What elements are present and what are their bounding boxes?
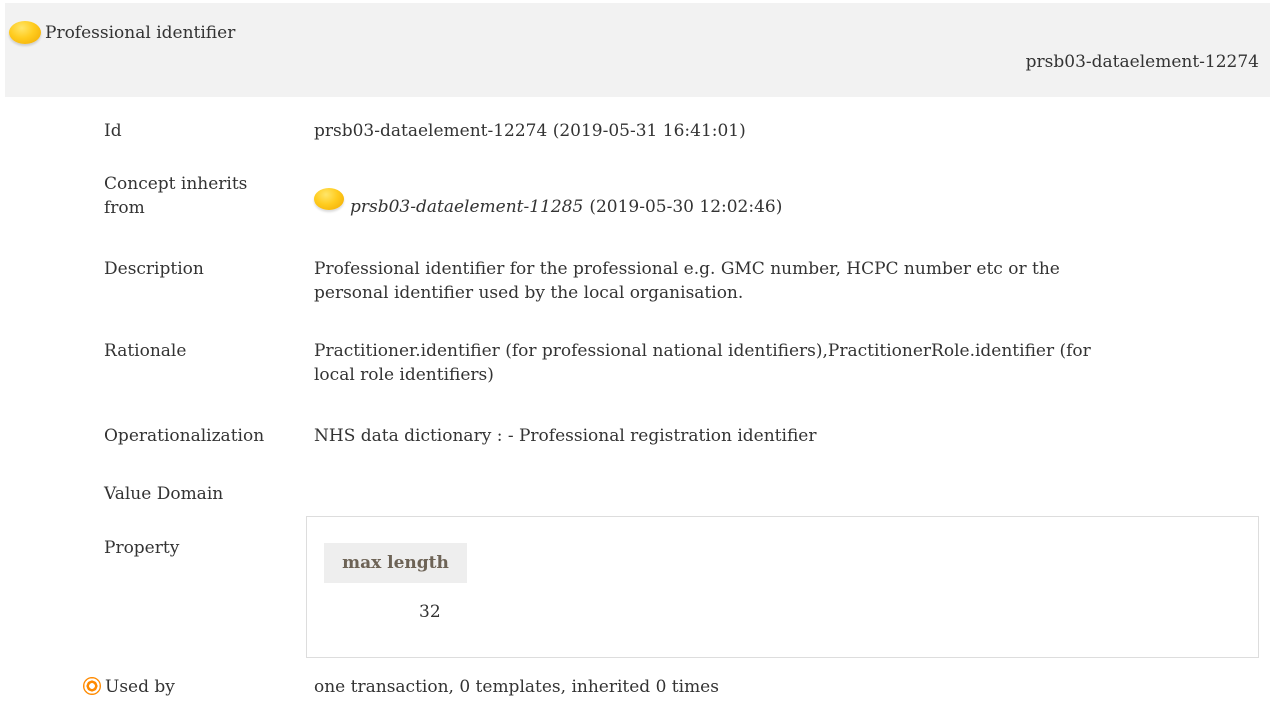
property-column-value: 32	[419, 602, 441, 622]
description-value: Professional identifier for the professi…	[314, 257, 1060, 305]
inherits-value: prsb03-dataelement-11285 (2019-05-30 12:…	[314, 188, 783, 219]
operationalization-label: Operationalization	[104, 426, 265, 446]
status-dot-icon	[314, 188, 344, 210]
status-dot-icon	[9, 21, 41, 44]
id-value: prsb03-dataelement-12274 (2019-05-31 16:…	[314, 121, 746, 141]
property-column-header: max length	[324, 543, 467, 583]
concept-id: prsb03-dataelement-12274	[1025, 52, 1259, 72]
id-label: Id	[104, 121, 122, 141]
value-domain-label: Value Domain	[104, 484, 224, 504]
inherits-link[interactable]: prsb03-dataelement-11285	[350, 195, 583, 219]
used-by-value: one transaction, 0 templates, inherited …	[314, 677, 719, 697]
property-table: max length 32	[306, 516, 1259, 658]
rationale-label: Rationale	[104, 341, 187, 361]
operationalization-value: NHS data dictionary : - Professional reg…	[314, 426, 817, 446]
used-by-label-wrap[interactable]: Used by	[83, 675, 175, 699]
rationale-line2: local role identifiers)	[314, 365, 494, 385]
concept-title-text: Professional identifier	[45, 22, 236, 43]
property-label: Property	[104, 538, 180, 558]
inherits-label-line2: from	[104, 198, 145, 218]
inherits-date: (2019-05-30 12:02:46)	[589, 197, 783, 217]
inherits-label-line1: Concept inherits	[104, 174, 248, 194]
description-label: Description	[104, 259, 204, 279]
description-line2: personal identifier used by the local or…	[314, 283, 744, 303]
inherits-label: Concept inherits from	[104, 172, 247, 220]
concept-header: Professional identifier prsb03-dataeleme…	[5, 3, 1270, 97]
description-line1: Professional identifier for the professi…	[314, 259, 1060, 279]
rationale-value: Practitioner.identifier (for professiona…	[314, 339, 1091, 387]
rationale-line1: Practitioner.identifier (for professiona…	[314, 341, 1091, 361]
target-icon	[83, 677, 101, 695]
concept-title[interactable]: Professional identifier	[9, 21, 235, 44]
used-by-label: Used by	[105, 677, 175, 697]
